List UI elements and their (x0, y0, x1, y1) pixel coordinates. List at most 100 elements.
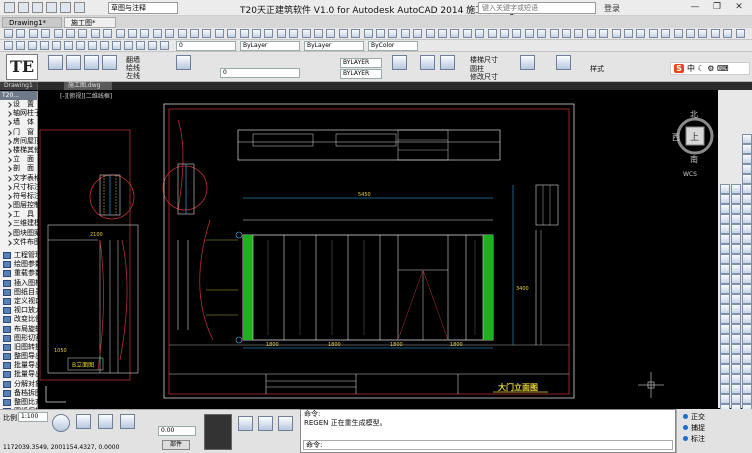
toolbar-icon[interactable] (338, 29, 348, 38)
draw-tool-icon[interactable] (731, 214, 741, 224)
layer-tool-3-icon[interactable] (278, 416, 293, 431)
toolbar-icon[interactable] (512, 29, 522, 38)
draw-tool-icon[interactable] (742, 214, 752, 224)
toolbar-icon[interactable] (103, 29, 113, 38)
draw-tool-icon[interactable] (720, 284, 730, 294)
toolbar-icon[interactable] (462, 29, 472, 38)
draw-tool-icon[interactable] (742, 144, 752, 154)
tpanel-menu-item[interactable]: 图层控制 (0, 201, 41, 210)
toolbar-icon[interactable] (611, 29, 621, 38)
draw-tool-icon[interactable] (742, 354, 752, 364)
redo-icon[interactable] (74, 2, 85, 13)
toolbar-icon[interactable] (289, 29, 299, 38)
toolbar-icon[interactable] (376, 29, 385, 38)
tpanel-menu-item[interactable]: 房间屋顶 (0, 137, 41, 146)
draw-tool-icon[interactable] (742, 304, 752, 314)
window-tool-icon[interactable] (66, 55, 81, 70)
toolbar-icon[interactable] (549, 29, 559, 38)
draw-tool-icon[interactable] (742, 224, 752, 234)
draw-tool-icon[interactable] (731, 194, 741, 204)
toolbar-icon[interactable] (710, 29, 720, 38)
toolbar-icon[interactable] (90, 29, 100, 38)
door-tool-icon[interactable] (84, 55, 99, 70)
ribbon-group-modify-dim[interactable]: 修改尺寸 (470, 72, 498, 82)
draw-tool-icon[interactable] (731, 354, 741, 364)
viewcube-wcs[interactable]: WCS (683, 171, 697, 178)
command-input[interactable]: 命令: (303, 440, 673, 450)
draw-tool-icon[interactable] (742, 244, 752, 254)
draw-tool-icon[interactable] (720, 394, 730, 404)
toolbar-icon[interactable] (574, 29, 584, 38)
close-button[interactable]: ✕ (728, 1, 750, 14)
toolbar-icon[interactable] (148, 41, 157, 50)
draw-tool-icon[interactable] (720, 374, 730, 384)
viewcube-top[interactable]: 上 (690, 132, 699, 143)
draw-tool-icon[interactable] (731, 224, 741, 234)
draw-tool-icon[interactable] (720, 324, 730, 334)
draw-tool-icon[interactable] (720, 234, 730, 244)
toolbar-icon[interactable] (500, 29, 509, 38)
draw-tool-icon[interactable] (731, 274, 741, 284)
linetype-combo[interactable]: ByLayer (240, 41, 300, 51)
toolbar-icon[interactable] (128, 29, 137, 38)
draw-tool-icon[interactable] (742, 134, 752, 144)
measure-icon[interactable] (520, 55, 535, 70)
toolbar-icon[interactable] (562, 29, 571, 38)
minimize-button[interactable]: — (684, 1, 706, 14)
toolbar-icon[interactable] (160, 41, 169, 50)
draw-tool-icon[interactable] (742, 334, 752, 344)
draw-tool-icon[interactable] (731, 264, 741, 274)
toolbar-icon[interactable] (124, 41, 133, 50)
toolbar-icon[interactable] (177, 29, 187, 38)
toolbar-icon[interactable] (136, 41, 145, 50)
draw-tool-icon[interactable] (742, 364, 752, 374)
wall-tool-icon[interactable] (48, 55, 63, 70)
tpanel-menu-item[interactable]: 墙 体 (0, 118, 37, 127)
ribbon-bylayer-b[interactable]: BYLAYER (340, 69, 382, 79)
snap-toggle[interactable]: 捕捉 (691, 424, 705, 432)
tpanel-sub-item[interactable]: 批量导出 (0, 370, 42, 379)
toolbar-icon[interactable] (140, 29, 150, 38)
toolbar-icon[interactable] (413, 29, 423, 38)
draw-tool-icon[interactable] (720, 204, 730, 214)
draw-tool-icon[interactable] (731, 204, 741, 214)
calculator-panel[interactable] (204, 414, 232, 450)
toolbar-icon[interactable] (16, 29, 26, 38)
tpanel-menu-item[interactable]: 楼梯其他 (0, 146, 41, 155)
draw-tool-icon[interactable] (720, 384, 730, 394)
undo-icon[interactable] (60, 2, 71, 13)
navigation-wheel-icon[interactable] (52, 414, 70, 432)
draw-tool-icon[interactable] (742, 184, 752, 194)
draw-tool-icon[interactable] (720, 244, 730, 254)
tpanel-menu-item[interactable]: 文字表格 (0, 174, 41, 183)
toolbar-icon[interactable] (76, 41, 85, 50)
toolbar-icon[interactable] (264, 29, 274, 38)
open-file-icon[interactable] (32, 2, 43, 13)
draw-tool-icon[interactable] (742, 154, 752, 164)
tpanel-menu-item[interactable]: 立 面 (0, 155, 37, 164)
toolbar-icon[interactable] (52, 41, 61, 50)
draw-tool-icon[interactable] (742, 294, 752, 304)
clipboard-icon[interactable] (556, 55, 571, 70)
viewcube-south[interactable]: 南 (690, 154, 698, 164)
drawing-tab-1[interactable]: Drawing1 (0, 82, 38, 90)
toolbar-icon[interactable] (4, 41, 13, 50)
draw-tool-icon[interactable] (720, 254, 730, 264)
toolbar-icon[interactable] (252, 29, 261, 38)
draw-tool-icon[interactable] (731, 244, 741, 254)
toolbar-icon[interactable] (661, 29, 671, 38)
draw-tool-icon[interactable] (720, 344, 730, 354)
save-icon[interactable] (46, 2, 57, 13)
layer-tool-1-icon[interactable] (238, 416, 253, 431)
tpanel-sub-item[interactable]: 整图比对 (0, 398, 42, 407)
draw-tool-icon[interactable] (720, 184, 730, 194)
draw-tool-icon[interactable] (742, 174, 752, 184)
maximize-button[interactable]: ❐ (706, 1, 728, 14)
draw-tool-icon[interactable] (731, 304, 741, 314)
plotstyle-combo[interactable]: ByColor (368, 41, 418, 51)
draw-tool-icon[interactable] (731, 294, 741, 304)
orbit-icon[interactable] (120, 414, 135, 429)
tpanel-sub-item[interactable]: 视口放大 (0, 306, 42, 315)
draw-tool-icon[interactable] (742, 204, 752, 214)
draw-tool-icon[interactable] (742, 164, 752, 174)
